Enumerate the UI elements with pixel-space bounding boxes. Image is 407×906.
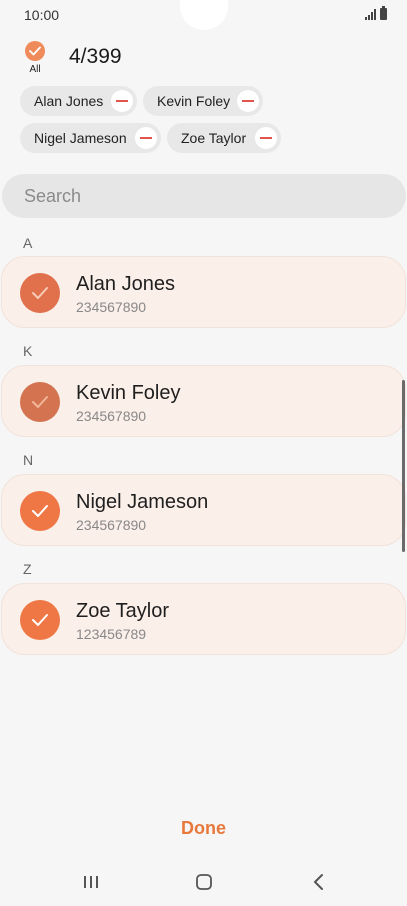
checked-icon [20,600,60,640]
selected-chip: Kevin Foley [143,86,263,116]
checked-icon [20,382,60,422]
signal-icon [365,9,376,20]
contact-row[interactable]: Alan Jones 234567890 [1,256,406,328]
remove-icon[interactable] [237,90,259,112]
selected-chip: Nigel Jameson [20,123,161,153]
contact-name: Zoe Taylor [76,600,170,622]
chip-label: Zoe Taylor [181,130,247,146]
chip-label: Alan Jones [34,93,104,109]
status-bar: 10:00 [0,0,407,30]
chip-label: Kevin Foley [157,93,231,109]
remove-icon[interactable] [111,90,133,112]
select-all-check-icon [25,41,45,61]
camera-notch [180,0,228,30]
navigation-bar [0,862,407,902]
checked-icon [20,273,60,313]
section-header-a: A [23,235,33,251]
contact-name: Nigel Jameson [76,491,209,513]
contact-phone: 234567890 [76,299,147,315]
contact-row[interactable]: Zoe Taylor 123456789 [1,583,406,655]
remove-icon[interactable] [255,127,277,149]
back-icon[interactable] [305,870,333,894]
status-time: 10:00 [24,7,60,23]
battery-icon [380,6,387,20]
selected-count: 4/399 [69,45,122,68]
contact-phone: 123456789 [76,626,147,642]
checked-icon [20,491,60,531]
contact-row[interactable]: Kevin Foley 234567890 [1,365,406,437]
select-all-toggle[interactable]: All [24,41,46,75]
select-all-label: All [29,64,41,75]
contact-name: Kevin Foley [76,382,181,404]
done-button[interactable]: Done [0,818,407,839]
contact-row[interactable]: Nigel Jameson 234567890 [1,474,406,546]
section-header-z: Z [23,561,32,577]
search-placeholder: Search [24,185,82,206]
search-input[interactable]: Search [2,174,406,218]
scrollbar[interactable] [402,380,405,552]
section-header-n: N [23,452,34,468]
contact-name: Alan Jones [76,273,175,295]
home-icon[interactable] [190,870,218,894]
contact-phone: 234567890 [76,408,147,424]
selected-chip: Zoe Taylor [167,123,281,153]
chip-label: Nigel Jameson [34,130,127,146]
recents-icon[interactable] [77,870,105,894]
selected-chip: Alan Jones [20,86,137,116]
section-header-k: K [23,343,33,359]
contact-phone: 234567890 [76,517,147,533]
remove-icon[interactable] [135,127,157,149]
